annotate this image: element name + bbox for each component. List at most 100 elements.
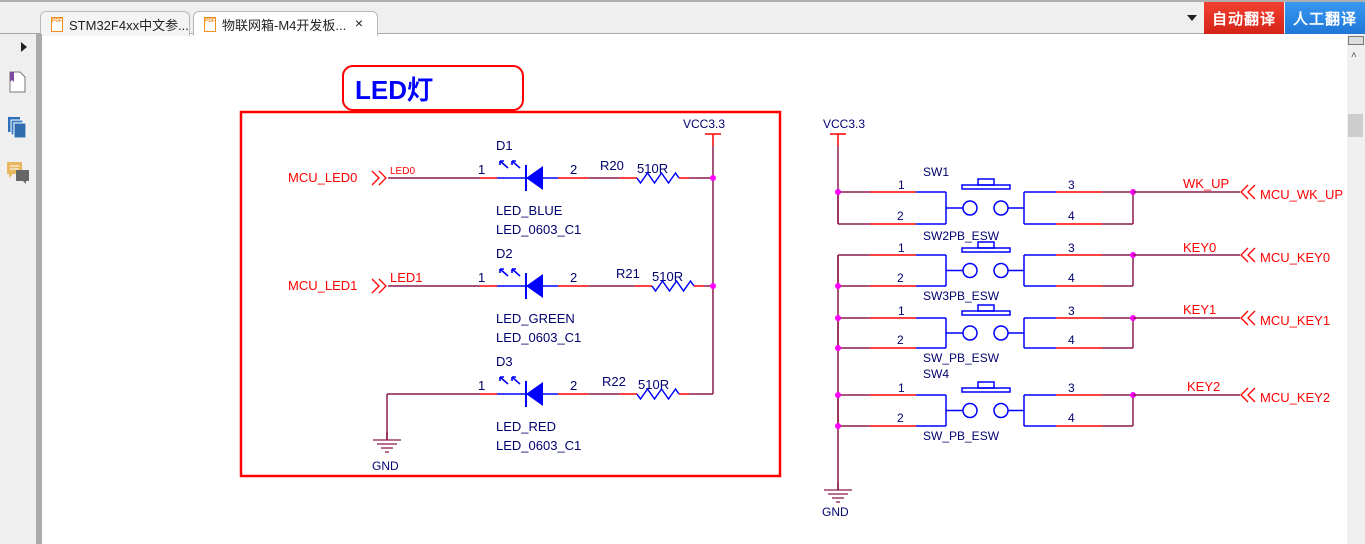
tab-m4-board[interactable]: PDF 物联网箱-M4开发板... × [193, 11, 378, 36]
gnd-label: GND [822, 505, 849, 519]
pin-number: 2 [570, 270, 577, 285]
manual-translate-button[interactable]: 人工翻译 [1285, 2, 1365, 34]
switch-footprint: SW3PB_ESW [923, 289, 1000, 303]
bookmark-page-icon[interactable] [7, 71, 27, 93]
auto-translate-button[interactable]: 自动翻译 [1204, 2, 1284, 34]
pin-number: 4 [1068, 333, 1075, 347]
net-label: KEY2 [1187, 379, 1220, 394]
net-port-label: MCU_WK_UP [1260, 187, 1343, 202]
pin-number: 1 [898, 241, 905, 255]
net-port-label: MCU_LED0 [288, 170, 357, 185]
tab-bar: PDF STM32F4xx中文参... PDF 物联网箱-M4开发板... × [0, 0, 1365, 36]
scrollbar-top-button[interactable] [1348, 36, 1364, 45]
chevron-down-icon[interactable] [1187, 15, 1197, 21]
switch-contact [962, 402, 978, 419]
junction-dot [835, 345, 841, 351]
resistor-designator: R20 [600, 158, 624, 173]
junction-dot [710, 283, 716, 289]
pin-number: 2 [570, 162, 577, 177]
pin-number: 3 [1068, 178, 1075, 192]
junction-dot [835, 189, 841, 195]
switch-footprint: SW2PB_ESW [923, 229, 1000, 243]
vcc-label: VCC3.3 [683, 117, 725, 131]
vertical-scrollbar[interactable]: ˄ [1347, 34, 1365, 544]
switch-actuator [977, 304, 995, 312]
led-value: LED_RED [496, 419, 556, 434]
light-emission-icon [499, 268, 521, 277]
pin-number: 3 [1068, 241, 1075, 255]
net-port-label: MCU_KEY0 [1260, 250, 1330, 265]
close-tab-icon[interactable]: × [355, 15, 363, 31]
pin-number: 2 [570, 378, 577, 393]
schematic-page: LED灯 VCC3.3 MCU_LED0 LED0 1 2 R20 510R D1 LED_BLU… [239, 65, 1343, 519]
comments-icon[interactable] [7, 162, 31, 186]
switch-designator: SW1 [923, 165, 949, 179]
pin-number: 2 [897, 411, 904, 425]
pin-number: 4 [1068, 271, 1075, 285]
led-diode-symbol [526, 274, 543, 298]
port-arrow-icon [1240, 184, 1256, 200]
led-diode-symbol [526, 166, 543, 190]
pages-icon[interactable] [7, 116, 29, 138]
switch-actuator [977, 178, 995, 186]
switch-contact [993, 262, 1009, 279]
led-footprint: LED_0603_C1 [496, 438, 581, 453]
net-label: LED0 [390, 166, 415, 177]
switch-footprint: SW_PB_ESW [923, 351, 1000, 365]
pin-number: 1 [898, 178, 905, 192]
net-label: WK_UP [1183, 176, 1229, 191]
pin-number: 1 [478, 378, 485, 393]
pin-number: 4 [1068, 411, 1075, 425]
net-port-label: MCU_KEY1 [1260, 313, 1330, 328]
switch-contact [993, 325, 1009, 341]
net-port-label: MCU_LED1 [288, 278, 357, 293]
pin-number: 2 [897, 333, 904, 347]
pin-number: 1 [478, 270, 485, 285]
junction-dot [835, 423, 841, 429]
port-arrow-icon [1240, 310, 1256, 326]
pin-number: 4 [1068, 209, 1075, 223]
net-label: KEY0 [1183, 240, 1216, 255]
led-designator: D2 [496, 246, 513, 261]
scroll-up-icon[interactable]: ˄ [1351, 50, 1357, 61]
expand-arrow-icon[interactable] [20, 42, 28, 52]
switch-contact [993, 200, 1009, 216]
led-designator: D1 [496, 138, 513, 153]
vcc-label: VCC3.3 [823, 117, 865, 131]
section-title: LED灯 [355, 75, 433, 105]
scrollbar-thumb[interactable] [1348, 114, 1363, 137]
led-footprint: LED_0603_C1 [496, 222, 581, 237]
tab-label: 物联网箱-M4开发板... [222, 17, 347, 33]
switch-designator: SW4 [923, 367, 949, 381]
junction-dot [710, 175, 716, 181]
net-port-label: MCU_KEY2 [1260, 390, 1330, 405]
pin-number: 1 [898, 381, 905, 395]
switch-actuator [977, 381, 995, 389]
led-value: LED_GREEN [496, 311, 575, 326]
pin-number: 2 [897, 209, 904, 223]
resistor-designator: R22 [602, 374, 626, 389]
switch-contact [962, 200, 978, 216]
led-footprint: LED_0603_C1 [496, 330, 581, 345]
junction-dot [835, 283, 841, 289]
port-arrow-icon [1240, 247, 1256, 263]
switch-contact [962, 262, 978, 279]
gnd-label: GND [372, 459, 399, 473]
pin-number: 3 [1068, 381, 1075, 395]
pin-number: 1 [898, 304, 905, 318]
port-arrow-icon [371, 170, 387, 186]
resistor-value: 510R [638, 377, 669, 392]
pdf-icon: PDF [51, 16, 63, 32]
pin-number: 3 [1068, 304, 1075, 318]
tab-label: STM32F4xx中文参... [69, 17, 189, 33]
port-arrow-icon [1240, 387, 1256, 403]
left-sidebar [0, 34, 36, 544]
net-label: KEY1 [1183, 302, 1216, 317]
led-diode-symbol [526, 382, 543, 406]
switch-contact [962, 325, 978, 341]
resistor-value: 510R [637, 161, 668, 176]
light-emission-icon [499, 376, 521, 385]
tab-stm32-reference[interactable]: PDF STM32F4xx中文参... [40, 11, 190, 36]
led-designator: D3 [496, 354, 513, 369]
resistor-value: 510R [652, 269, 683, 284]
